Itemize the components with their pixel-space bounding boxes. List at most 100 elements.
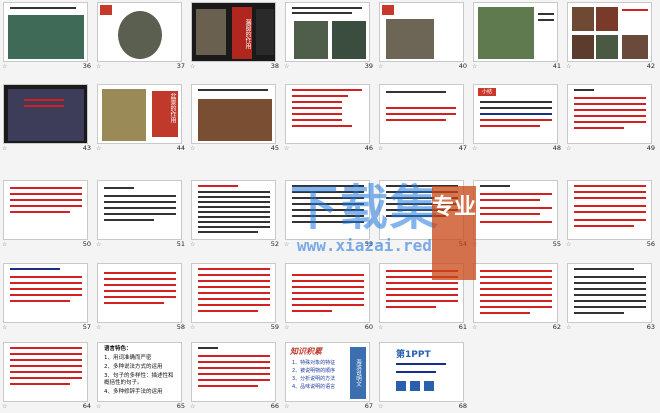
star-icon[interactable]: ☆ — [190, 145, 195, 152]
slide-thumbnail[interactable]: ☆ 59 — [188, 263, 282, 332]
slide-preview: 第1PPT — [379, 342, 464, 402]
star-icon[interactable]: ☆ — [190, 63, 195, 70]
slide-thumbnail[interactable]: ☆ 40 — [376, 2, 470, 71]
slide-preview — [473, 180, 558, 240]
slide-thumbnail[interactable]: 小结 ☆ 48 — [470, 84, 564, 153]
slide-number: 36 — [82, 62, 91, 70]
star-icon[interactable]: ☆ — [2, 145, 7, 152]
slide-thumbnail[interactable]: ☆ 49 — [564, 84, 658, 153]
slide-thumbnail[interactable]: ☆ 57 — [0, 263, 94, 332]
star-icon[interactable]: ☆ — [2, 403, 7, 410]
slide-number: 55 — [552, 240, 561, 248]
watermark-url: www.xiazai.red — [297, 236, 432, 255]
star-icon[interactable]: ☆ — [378, 403, 383, 410]
slide-thumbnail[interactable]: ☆ 46 — [282, 84, 376, 153]
slide-number: 45 — [270, 144, 279, 152]
slide-number: 51 — [176, 240, 185, 248]
star-icon[interactable]: ☆ — [378, 145, 383, 152]
slide-thumbnail[interactable]: ☆ 45 — [188, 84, 282, 153]
slide-preview — [285, 2, 370, 62]
slide-thumbnail[interactable]: ☆ 39 — [282, 2, 376, 71]
slide-number: 41 — [552, 62, 561, 70]
slide-heading: 语言特色： — [104, 346, 132, 352]
slide-thumbnail[interactable]: ☆ 36 — [0, 2, 94, 71]
star-icon[interactable]: ☆ — [96, 63, 101, 70]
slide-number: 40 — [458, 62, 467, 70]
slide-thumbnail[interactable]: ☆ 58 — [94, 263, 188, 332]
slide-number: 38 — [270, 62, 279, 70]
slide-thumbnail[interactable]: ☆ 66 — [188, 342, 282, 411]
slide-thumbnail[interactable]: ☆ 51 — [94, 180, 188, 249]
slide-bullet: 3、分析说明的方法 — [292, 376, 336, 382]
slide-preview — [3, 2, 88, 62]
star-icon[interactable]: ☆ — [566, 63, 571, 70]
slide-number: 47 — [458, 144, 467, 152]
star-icon[interactable]: ☆ — [566, 241, 571, 248]
slide-thumbnail[interactable]: 语言特色： 1、用词准确而严密 2、多种说法方式的运用 3、句子的多样性：描述性… — [94, 342, 188, 411]
slide-thumbnail[interactable]: 第1PPT ☆ 68 — [376, 342, 470, 411]
star-icon[interactable]: ☆ — [284, 403, 289, 410]
star-icon[interactable]: ☆ — [190, 403, 195, 410]
slide-thumbnail[interactable]: ☆ 37 — [94, 2, 188, 71]
slide-preview — [379, 2, 464, 62]
slide-number: 39 — [364, 62, 373, 70]
slide-thumbnail[interactable]: 知识积累 1、特殊对象的特征 2、被说明物的顺序 3、分析说明的方法 4、品味说… — [282, 342, 376, 411]
star-icon[interactable]: ☆ — [190, 241, 195, 248]
slide-bullet: 2、被说明物的顺序 — [292, 368, 336, 374]
slide-preview — [191, 84, 276, 144]
slide-thumbnail[interactable]: 盆景的作用 ☆ 44 — [94, 84, 188, 153]
slide-thumbnail[interactable]: ☆ 43 — [0, 84, 94, 153]
slide-thumbnail[interactable]: ☆ 42 — [564, 2, 658, 71]
star-icon[interactable]: ☆ — [284, 241, 289, 248]
star-icon[interactable]: ☆ — [190, 324, 195, 331]
star-icon[interactable]: ☆ — [284, 324, 289, 331]
slide-thumbnail[interactable]: ☆ 47 — [376, 84, 470, 153]
slide-number: 63 — [646, 323, 655, 331]
slide-number: 66 — [270, 402, 279, 410]
star-icon[interactable]: ☆ — [2, 63, 7, 70]
slide-title: 知识积累 — [290, 347, 322, 356]
star-icon[interactable]: ☆ — [2, 324, 7, 331]
star-icon[interactable]: ☆ — [96, 145, 101, 152]
slide-title: 盆景的作用 — [152, 91, 178, 137]
slide-thumbnail[interactable]: ☆ 60 — [282, 263, 376, 332]
star-icon[interactable]: ☆ — [378, 63, 383, 70]
star-icon[interactable]: ☆ — [378, 324, 383, 331]
slide-thumbnail[interactable]: 漏窗的作用 ☆ 38 — [188, 2, 282, 71]
slide-number: 43 — [82, 144, 91, 152]
slide-thumbnail[interactable]: ☆ 41 — [470, 2, 564, 71]
slide-thumbnail[interactable]: ☆ 50 — [0, 180, 94, 249]
slide-thumbnail[interactable]: ☆ 55 — [470, 180, 564, 249]
slide-preview: 语言特色： 1、用词准确而严密 2、多种说法方式的运用 3、句子的多样性：描述性… — [97, 342, 182, 402]
star-icon[interactable]: ☆ — [566, 324, 571, 331]
star-icon[interactable]: ☆ — [2, 241, 7, 248]
slide-number: 50 — [82, 240, 91, 248]
slide-preview: 小结 — [473, 84, 558, 144]
star-icon[interactable]: ☆ — [96, 403, 101, 410]
star-icon[interactable]: ☆ — [96, 241, 101, 248]
slide-preview — [97, 180, 182, 240]
slide-preview — [473, 263, 558, 323]
slide-thumbnail[interactable]: ☆ 52 — [188, 180, 282, 249]
slide-thumbnail[interactable]: ☆ 56 — [564, 180, 658, 249]
slide-number: 49 — [646, 144, 655, 152]
slide-number: 59 — [270, 323, 279, 331]
star-icon[interactable]: ☆ — [284, 63, 289, 70]
star-icon[interactable]: ☆ — [96, 324, 101, 331]
slide-number: 60 — [364, 323, 373, 331]
slide-thumbnail[interactable]: ☆ 64 — [0, 342, 94, 411]
star-icon[interactable]: ☆ — [284, 145, 289, 152]
slide-number: 56 — [646, 240, 655, 248]
ppt-logo: 第1PPT — [396, 350, 431, 360]
star-icon[interactable]: ☆ — [566, 145, 571, 152]
star-icon[interactable]: ☆ — [472, 324, 477, 331]
slide-number: 48 — [552, 144, 561, 152]
slide-preview — [97, 2, 182, 62]
slide-preview — [473, 2, 558, 62]
star-icon[interactable]: ☆ — [472, 145, 477, 152]
slide-thumbnail[interactable]: ☆ 62 — [470, 263, 564, 332]
slide-number: 57 — [82, 323, 91, 331]
slide-preview: 盆景的作用 — [97, 84, 182, 144]
star-icon[interactable]: ☆ — [472, 63, 477, 70]
slide-thumbnail[interactable]: ☆ 63 — [564, 263, 658, 332]
